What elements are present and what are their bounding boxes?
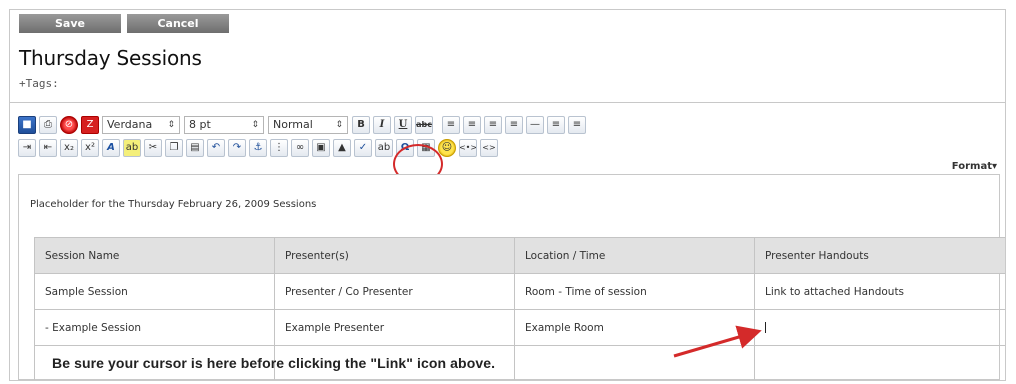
subscript-icon[interactable]: x₂	[60, 138, 78, 157]
superscript-icon[interactable]: x²	[81, 138, 99, 157]
table-cell[interactable]: Sample Session	[34, 273, 275, 310]
instruction-note: Be sure your cursor is here before click…	[52, 355, 496, 371]
cut-icon[interactable]: ✂	[144, 138, 162, 157]
table-icon[interactable]: ▦	[417, 138, 435, 157]
copy-icon[interactable]: ❐	[165, 138, 183, 157]
align-right-icon[interactable]: ≡	[484, 115, 502, 134]
ordered-list-icon[interactable]: ≡	[547, 115, 565, 134]
block-format-select[interactable]: Normal ⇕	[268, 115, 348, 134]
header-cell[interactable]: Presenter Handouts	[754, 237, 1005, 274]
table-header-row: Session Name Presenter(s) Location / Tim…	[34, 237, 1005, 274]
italic-icon[interactable]: I	[373, 115, 391, 134]
align-justify-icon[interactable]: ≡	[505, 115, 523, 134]
header-cell[interactable]: Presenter(s)	[274, 237, 515, 274]
table-cell[interactable]	[514, 345, 755, 380]
spellcheck-icon[interactable]: ✓	[354, 138, 372, 157]
cancel-button[interactable]: Cancel	[127, 14, 229, 33]
table-cell[interactable]: Example Room	[514, 309, 755, 346]
link-icon[interactable]: ∞	[291, 138, 309, 157]
save-button[interactable]: Save	[19, 14, 121, 33]
table-row: Sample Session Presenter / Co Presenter …	[34, 273, 1005, 310]
indent-icon[interactable]: ⇥	[18, 138, 36, 157]
table-cell[interactable]: Link to attached Handouts	[754, 273, 1005, 310]
header-cell[interactable]: Location / Time	[514, 237, 755, 274]
cursor-cell[interactable]	[754, 309, 1005, 346]
rich-text-editor[interactable]: Placeholder for the Thursday February 26…	[18, 174, 1005, 380]
undo-icon[interactable]: ↶	[207, 138, 225, 157]
outdent-icon[interactable]: ⇤	[39, 138, 57, 157]
align-left-icon[interactable]: ≡	[442, 115, 460, 134]
replace-icon[interactable]: ab	[375, 138, 393, 157]
highlight-icon[interactable]: ab	[123, 138, 141, 157]
no-icon[interactable]: ⊘	[60, 115, 78, 134]
bold-icon[interactable]: B	[352, 115, 370, 134]
format-menu-button[interactable]: Format▾	[952, 161, 997, 172]
page-title: Thursday Sessions	[19, 46, 202, 70]
smiley-icon[interactable]: ☺	[438, 138, 456, 157]
chevron-updown-icon: ⇕	[167, 119, 175, 130]
paste-icon[interactable]: ▤	[186, 138, 204, 157]
font-size-value: 8 pt	[189, 118, 211, 131]
align-center-icon[interactable]: ≡	[463, 115, 481, 134]
table-row: - Example Session Example Presenter Exam…	[34, 309, 1005, 346]
strikethrough-icon[interactable]: abc	[415, 115, 433, 134]
horizontal-rule-icon[interactable]: —	[526, 115, 544, 134]
anchor-icon[interactable]: ⚓	[249, 138, 267, 157]
font-family-select[interactable]: Verdana ⇕	[102, 115, 180, 134]
clear-format-icon[interactable]: Z	[81, 115, 99, 134]
font-size-select[interactable]: 8 pt ⇕	[184, 115, 264, 134]
divider	[10, 102, 1005, 103]
print-icon[interactable]: ⎙	[39, 115, 57, 134]
table-cell[interactable]: Room - Time of session	[514, 273, 755, 310]
table-cell[interactable]: Example Presenter	[274, 309, 515, 346]
html-tag-icon[interactable]: <•>	[459, 138, 477, 157]
font-color-icon[interactable]: A	[102, 138, 120, 157]
save-icon[interactable]: ■	[18, 115, 36, 134]
picture-icon[interactable]: ▲	[333, 138, 351, 157]
table-cell[interactable]: Presenter / Co Presenter	[274, 273, 515, 310]
special-char-icon[interactable]: Ω	[396, 138, 414, 157]
block-format-value: Normal	[273, 118, 313, 131]
page-break-icon[interactable]: ⋮	[270, 138, 288, 157]
underline-icon[interactable]: U	[394, 115, 412, 134]
table-cell[interactable]: - Example Session	[34, 309, 275, 346]
toolbar-row-2: ⇥ ⇤ x₂ x² A ab ✂ ❐ ▤ ↶ ↷ ⚓ ⋮ ∞ ▣ ▲ ✓ ab …	[18, 137, 998, 158]
toolbar-row-1: ■ ⎙ ⊘ Z Verdana ⇕ 8 pt ⇕ Normal ⇕ B I U abc…	[18, 114, 998, 135]
chevron-updown-icon: ⇕	[335, 119, 343, 130]
text-cursor	[765, 322, 766, 333]
source-code-icon[interactable]: <>	[480, 138, 498, 157]
unordered-list-icon[interactable]: ≡	[568, 115, 586, 134]
placeholder-text: Placeholder for the Thursday February 26…	[30, 199, 317, 210]
action-bar: Save Cancel	[19, 14, 229, 33]
editor-page: Save Cancel Thursday Sessions +Tags: ■ ⎙…	[9, 9, 1006, 381]
font-family-value: Verdana	[107, 118, 153, 131]
table-cell[interactable]	[754, 345, 1005, 380]
image-icon[interactable]: ▣	[312, 138, 330, 157]
tags-link[interactable]: +Tags:	[19, 77, 59, 90]
header-cell[interactable]: Session Name	[34, 237, 275, 274]
redo-icon[interactable]: ↷	[228, 138, 246, 157]
editor-toolbar: ■ ⎙ ⊘ Z Verdana ⇕ 8 pt ⇕ Normal ⇕ B I U abc…	[18, 114, 998, 160]
chevron-updown-icon: ⇕	[251, 119, 259, 130]
